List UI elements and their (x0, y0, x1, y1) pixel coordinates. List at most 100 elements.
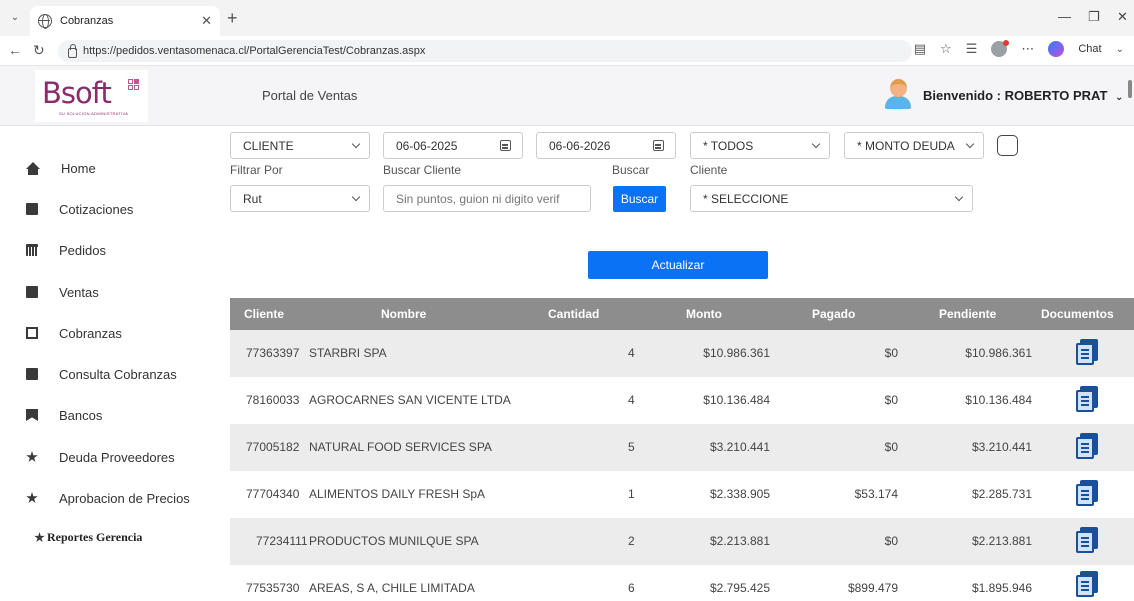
sidebar-item-label: Cotizaciones (59, 201, 134, 217)
sidebar-item-label: Aprobacion de Precios (59, 490, 190, 506)
date-to-input[interactable]: 06-06-2026 (536, 132, 676, 159)
copilot-icon[interactable] (1048, 41, 1065, 57)
app-header: Bsoft SU SOLUCIÓN ADMINISTRATIVA Portal … (0, 66, 1134, 126)
reader-view-icon[interactable]: ▤ (914, 41, 926, 57)
cell-pagado: $899.479 (847, 581, 898, 595)
cell-pagado: $0 (884, 393, 898, 407)
table-row[interactable]: 77535730 AREAS, S A, CHILE LIMITADA 6 $2… (230, 565, 1134, 601)
window-close-icon[interactable]: ✕ (1117, 9, 1128, 25)
sidebar-item-pedidos[interactable]: Pedidos (26, 240, 106, 260)
browser-tab[interactable]: Cobranzas ✕ (30, 6, 220, 36)
select-value: * TODOS (703, 138, 754, 153)
col-nombre[interactable]: Nombre (381, 307, 426, 321)
documents-icon[interactable] (1076, 339, 1098, 365)
chat-button[interactable]: Chat (1078, 43, 1101, 55)
documents-icon[interactable] (1076, 571, 1098, 597)
favorites-list-icon[interactable]: ☰ (966, 41, 978, 57)
more-options-icon[interactable]: ⋯ (1021, 41, 1034, 57)
cell-nombre: PRODUCTOS MUNILQUE SPA (309, 534, 479, 548)
select-value: * SELECCIONE (703, 191, 789, 206)
sidebar: Home Cotizaciones Pedidos Ventas Cobranz… (0, 126, 212, 601)
table-row[interactable]: 77234111 PRODUCTOS MUNILQUE SPA 2 $2.213… (230, 518, 1134, 565)
chevron-down-icon[interactable]: ⌄ (1116, 44, 1124, 55)
cell-nombre: AGROCARNES SAN VICENTE LTDA (309, 393, 511, 407)
table-row[interactable]: 78160033 AGROCARNES SAN VICENTE LTDA 4 $… (230, 377, 1134, 424)
globe-icon (38, 14, 52, 29)
cell-pendiente: $2.285.731 (971, 487, 1032, 501)
date-from-input[interactable]: 06-06-2025 (383, 132, 523, 159)
edit-icon (26, 327, 38, 339)
chevron-down-icon (351, 139, 361, 149)
search-input[interactable]: Sin puntos, guion ni digito verif (383, 185, 591, 212)
chevron-down-icon (811, 139, 821, 149)
restore-icon[interactable]: ❐ (1088, 9, 1100, 25)
cell-monto: $10.986.361 (703, 346, 770, 360)
col-documentos[interactable]: Documentos (1041, 307, 1114, 321)
user-avatar-icon[interactable] (885, 79, 911, 109)
documents-icon[interactable] (1076, 433, 1098, 459)
actualizar-button[interactable]: Actualizar (588, 251, 768, 279)
cell-pendiente: $1.895.946 (971, 581, 1032, 595)
cell-cantidad: 6 (628, 581, 635, 595)
table-header: Cliente Nombre Cantidad Monto Pagado Pen… (230, 298, 1134, 330)
calendar-icon[interactable] (500, 140, 511, 151)
minimize-icon[interactable]: — (1058, 9, 1071, 24)
sidebar-item-reportes-gerencia[interactable]: Reportes Gerencia (34, 530, 142, 545)
cell-monto: $2.213.881 (709, 534, 770, 548)
buscar-button[interactable]: Buscar (613, 186, 666, 212)
documents-icon[interactable] (1076, 480, 1098, 506)
type-select[interactable]: CLIENTE (230, 132, 370, 159)
logo-text: Bsoft (42, 76, 112, 110)
chevron-down-icon (954, 192, 964, 202)
sidebar-item-deuda-proveedores[interactable]: Deuda Proveedores (26, 447, 175, 467)
calendar-icon[interactable] (653, 140, 664, 151)
user-menu[interactable]: Bienvenido : ROBERTO PRAT ⌄ (923, 88, 1123, 103)
cliente-label: Cliente (690, 163, 728, 177)
filter-checkbox[interactable] (997, 135, 1018, 156)
chevron-down-icon (965, 139, 975, 149)
col-cliente[interactable]: Cliente (244, 307, 284, 321)
new-tab-plus-icon[interactable]: + (227, 8, 238, 29)
tab-close-icon[interactable]: ✕ (201, 13, 212, 29)
cell-monto: $10.136.484 (703, 393, 770, 407)
table-row[interactable]: 77005182 NATURAL FOOD SERVICES SPA 5 $3.… (230, 424, 1134, 471)
favorite-star-icon[interactable]: ☆ (940, 41, 952, 57)
page-scrollbar[interactable] (1128, 80, 1132, 98)
monto-deuda-select[interactable]: * MONTO DEUDA (844, 132, 984, 159)
sidebar-item-home[interactable]: Home (26, 158, 96, 178)
sidebar-item-aprobacion-precios[interactable]: Aprobacion de Precios (26, 488, 190, 508)
bsoft-logo[interactable]: Bsoft SU SOLUCIÓN ADMINISTRATIVA (35, 70, 148, 122)
sidebar-item-label: Bancos (59, 407, 103, 423)
col-pagado[interactable]: Pagado (812, 307, 855, 321)
table-row[interactable]: 77363397 STARBRI SPA 4 $10.986.361 $0 $1… (230, 330, 1134, 377)
cliente-select[interactable]: * SELECCIONE (690, 185, 973, 212)
sidebar-item-label: Consulta Cobranzas (59, 366, 177, 382)
sidebar-item-cotizaciones[interactable]: Cotizaciones (26, 199, 133, 219)
chevron-down-icon (351, 192, 361, 202)
book-icon (26, 368, 38, 380)
cell-rut: 77704340 (246, 487, 300, 501)
gear-icon (26, 492, 38, 503)
calendar-icon (26, 244, 38, 256)
sidebar-item-cobranzas[interactable]: Cobranzas (26, 323, 122, 343)
col-pendiente[interactable]: Pendiente (939, 307, 996, 321)
todos-select[interactable]: * TODOS (690, 132, 830, 159)
back-arrow-icon[interactable]: ← (8, 42, 22, 58)
documents-icon[interactable] (1076, 386, 1098, 412)
gear-icon (26, 451, 38, 462)
tab-list-chevron-icon[interactable]: ⌄ (8, 11, 22, 25)
logo-tagline: SU SOLUCIÓN ADMINISTRATIVA (59, 111, 129, 116)
table-row[interactable]: 77704340 ALIMENTOS DAILY FRESH SpA 1 $2.… (230, 471, 1134, 518)
documents-icon[interactable] (1076, 527, 1098, 553)
reload-icon[interactable]: ↻ (33, 42, 45, 59)
col-cantidad[interactable]: Cantidad (548, 307, 599, 321)
url-field[interactable]: https://pedidos.ventasomenaca.cl/PortalG… (58, 40, 912, 62)
filtrar-por-select[interactable]: Rut (230, 185, 370, 212)
sidebar-item-ventas[interactable]: Ventas (26, 282, 99, 302)
profile-avatar-icon[interactable] (991, 40, 1010, 57)
sidebar-item-consulta-cobranzas[interactable]: Consulta Cobranzas (26, 364, 177, 384)
welcome-text: Bienvenido : ROBERTO PRAT (923, 88, 1108, 103)
sidebar-item-bancos[interactable]: Bancos (26, 405, 102, 425)
home-icon (26, 162, 40, 175)
col-monto[interactable]: Monto (686, 307, 722, 321)
